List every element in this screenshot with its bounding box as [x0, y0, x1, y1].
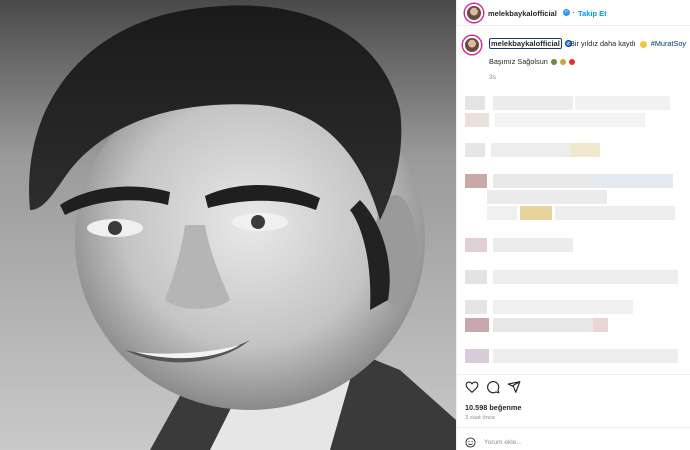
flag-emoji-icon	[550, 59, 557, 66]
emoji-icon[interactable]	[465, 437, 476, 448]
heart-icon[interactable]	[465, 380, 479, 394]
caption-username[interactable]: melekbaykalofficial	[489, 38, 562, 49]
caption-time: 3s	[489, 74, 496, 81]
caption-condolence: Başımız Sağolsun	[489, 57, 548, 66]
list-item	[465, 113, 680, 127]
comment-icon[interactable]	[486, 380, 500, 394]
caption-hashtag[interactable]: #MuratSoy	[651, 39, 686, 48]
praying-hands-emoji-icon	[559, 59, 566, 66]
sad-face-emoji-icon	[639, 40, 647, 48]
caption-line-2: Başımız Sağolsun	[489, 57, 575, 66]
list-item	[465, 190, 680, 204]
comment-input[interactable]	[484, 436, 654, 448]
verified-badge-icon: ✓	[563, 9, 570, 16]
list-item	[465, 318, 680, 332]
post-photo	[0, 0, 456, 450]
list-item	[465, 238, 680, 252]
share-icon[interactable]	[507, 380, 521, 394]
heart-emoji-icon	[568, 59, 575, 66]
follow-button[interactable]: Takip Et	[578, 9, 607, 18]
list-item	[465, 96, 680, 110]
likes-count[interactable]: 10.598 beğenme	[465, 403, 521, 412]
header-username[interactable]: melekbaykalofficial	[488, 9, 557, 18]
portrait-image	[0, 0, 456, 450]
caption-text: Bir yıldız daha kaydı #MuratSoy	[570, 39, 686, 48]
list-item	[465, 300, 680, 314]
list-item	[465, 270, 680, 284]
post-time: 3 saat önce	[465, 415, 495, 421]
list-item	[465, 143, 680, 157]
list-item	[465, 349, 680, 363]
caption-avatar[interactable]	[463, 36, 481, 54]
profile-avatar[interactable]	[465, 4, 483, 22]
caption-body: Bir yıldız daha kaydı	[570, 39, 636, 48]
list-item	[465, 206, 680, 220]
list-item	[465, 174, 680, 188]
separator-dot: ·	[572, 8, 575, 17]
